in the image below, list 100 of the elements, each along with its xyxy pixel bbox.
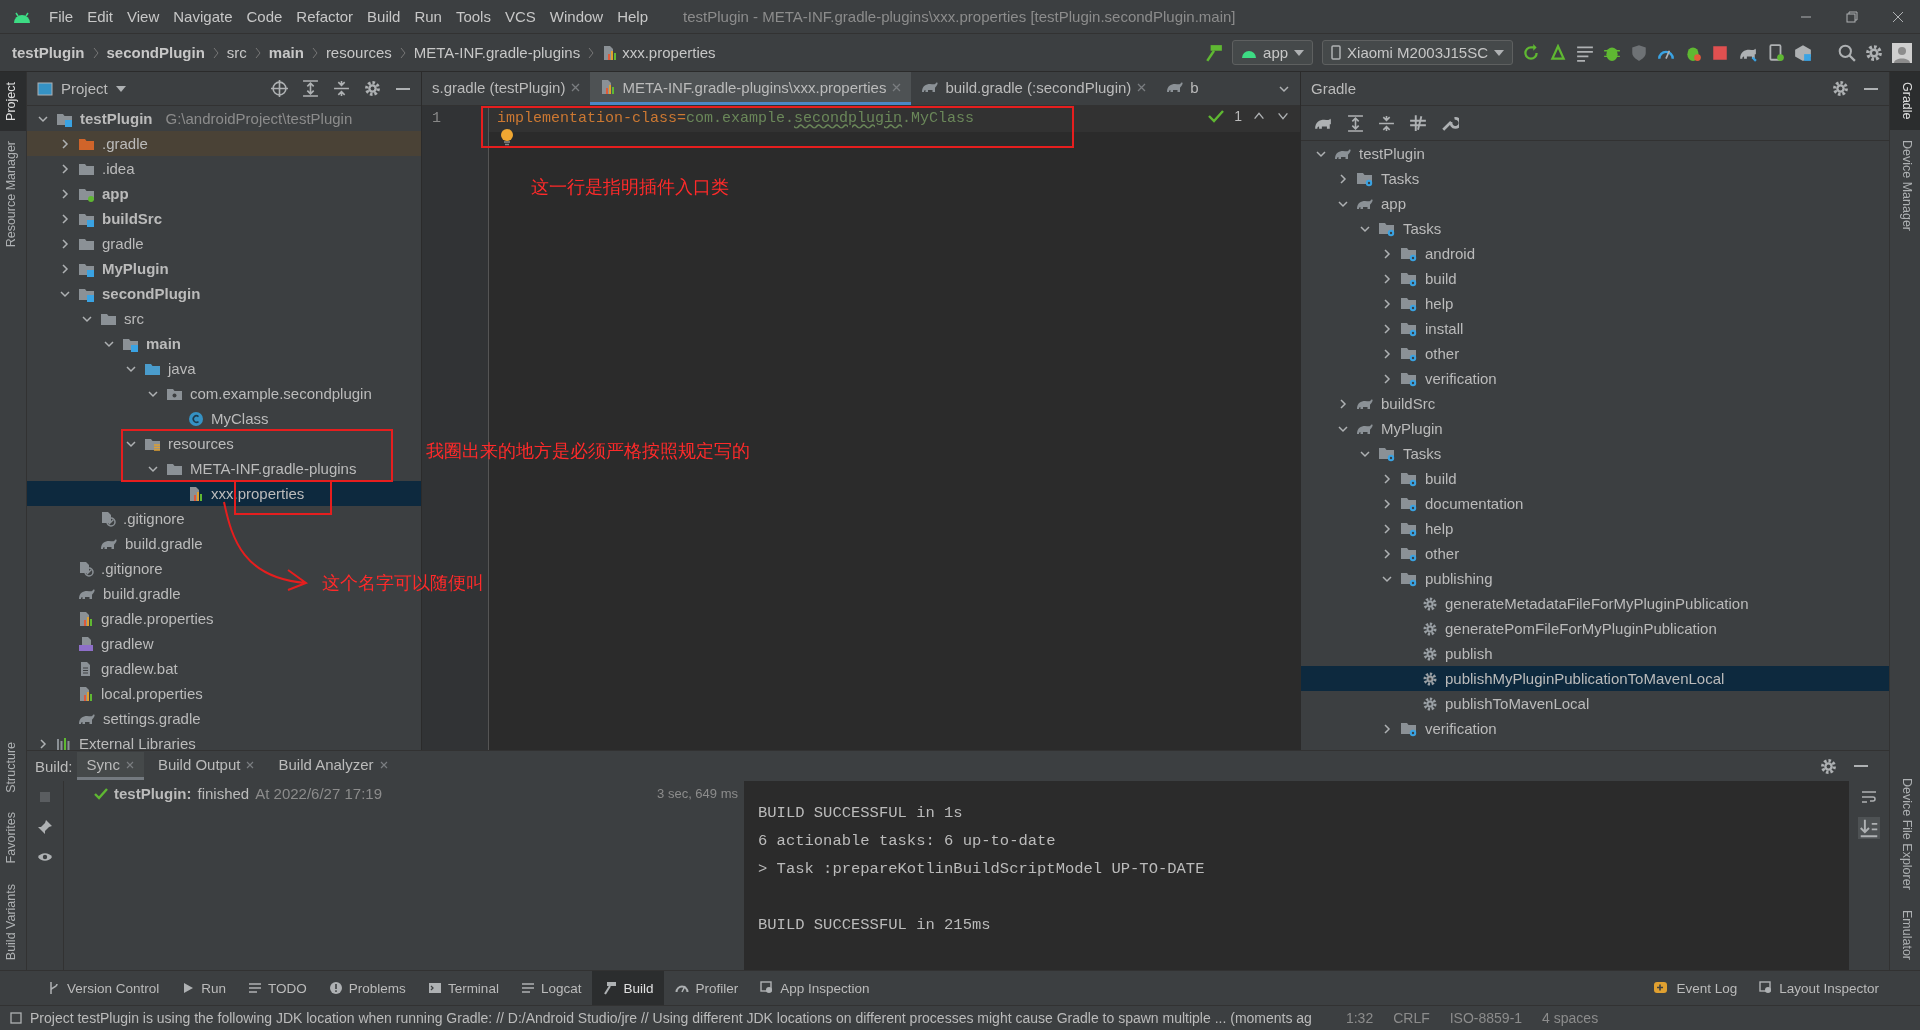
tree-item[interactable]: build bbox=[1301, 466, 1463, 491]
tree-item[interactable]: Tasks bbox=[1301, 166, 1426, 191]
panel-tab[interactable]: Build Output bbox=[147, 752, 265, 780]
tool-window-button[interactable]: Terminal bbox=[416, 971, 510, 1005]
tree-item[interactable]: External Libraries bbox=[27, 731, 202, 750]
breadcrumb[interactable]: src bbox=[226, 44, 247, 61]
tool-window-button[interactable]: Layout Inspector bbox=[1748, 971, 1890, 1005]
tree-item[interactable]: testPlugin bbox=[1301, 141, 1431, 166]
tree-item[interactable]: MyPlugin bbox=[1301, 416, 1449, 441]
tool-window-button[interactable]: Build bbox=[592, 971, 665, 1005]
tree-item[interactable]: android bbox=[1301, 241, 1482, 266]
tool-window-button[interactable]: Structure bbox=[0, 731, 26, 803]
tool-window-button[interactable]: Gradle bbox=[1890, 72, 1920, 130]
tree-item[interactable]: build.gradle bbox=[27, 581, 187, 606]
tree-item[interactable]: .gradle bbox=[27, 131, 421, 156]
tool-window-button[interactable]: Favorites bbox=[0, 802, 26, 874]
device-dropdown[interactable]: Xiaomi M2003J15SC bbox=[1322, 40, 1513, 65]
tree-item[interactable]: com.example.secondplugin bbox=[27, 381, 378, 406]
panel-tab[interactable]: Build Analyzer bbox=[268, 752, 398, 780]
tool-window-button[interactable]: Device Manager bbox=[1890, 129, 1920, 241]
menu-item[interactable]: Build bbox=[360, 8, 408, 25]
tree-item[interactable]: gradlew bbox=[27, 631, 160, 656]
tree-item[interactable]: publishToMavenLocal bbox=[1301, 691, 1596, 716]
tree-item[interactable]: app bbox=[1301, 191, 1413, 216]
tool-window-button[interactable]: Project bbox=[0, 72, 26, 131]
status-item[interactable]: CRLF bbox=[1393, 1010, 1430, 1026]
tool-window-button[interactable]: TODO bbox=[237, 971, 318, 1005]
tool-window-button[interactable]: Logcat bbox=[509, 971, 593, 1005]
build-result-row[interactable]: testPlugin: finished At 2022/6/27 17:19 3 sec, 649 ms bbox=[94, 785, 744, 802]
tree-item[interactable]: testPlugin G:\androidProject\testPlugin bbox=[27, 106, 359, 131]
tree-item[interactable]: other bbox=[1301, 541, 1466, 566]
tool-window-button[interactable]: Build Variants bbox=[0, 873, 26, 970]
tree-item[interactable]: verification bbox=[1301, 716, 1503, 741]
tree-item[interactable]: buildSrc bbox=[27, 206, 168, 231]
tree-item[interactable]: META-INF.gradle-plugins bbox=[27, 456, 363, 481]
tree-item[interactable]: publish bbox=[1301, 641, 1499, 666]
menu-item[interactable]: Refactor bbox=[289, 8, 361, 25]
tree-item[interactable]: documentation bbox=[1301, 491, 1530, 516]
inspection-count[interactable]: 1 bbox=[1234, 108, 1242, 124]
tree-item[interactable]: gradle.properties bbox=[27, 606, 220, 631]
tree-item[interactable]: Tasks bbox=[1301, 441, 1448, 466]
editor-tab[interactable]: s.gradle (testPlugin) bbox=[422, 72, 591, 105]
breadcrumb[interactable]: META-INF.gradle-plugins bbox=[413, 44, 581, 61]
status-item[interactable]: 1:32 bbox=[1345, 1010, 1374, 1026]
tree-item[interactable]: local.properties bbox=[27, 681, 209, 706]
tool-window-button[interactable]: App Inspection bbox=[749, 971, 881, 1005]
panel-title[interactable]: Project bbox=[61, 80, 108, 97]
tree-item[interactable]: settings.gradle bbox=[27, 706, 207, 731]
status-item[interactable]: 4 spaces bbox=[1542, 1010, 1599, 1026]
tree-item[interactable]: secondPlugin bbox=[27, 281, 207, 306]
tree-item[interactable]: .gitignore bbox=[27, 556, 169, 581]
editor-tab[interactable]: build.gradle (:secondPlugin) bbox=[911, 72, 1157, 105]
panel-tab[interactable]: Sync bbox=[76, 752, 144, 780]
tree-item[interactable]: buildSrc bbox=[1301, 391, 1442, 416]
breadcrumb[interactable]: secondPlugin bbox=[106, 44, 205, 61]
tree-item[interactable]: install bbox=[1301, 316, 1470, 341]
run-config-dropdown[interactable]: app bbox=[1232, 40, 1314, 65]
menu-item[interactable]: View bbox=[120, 8, 167, 25]
tree-item[interactable]: java bbox=[27, 356, 202, 381]
tree-item[interactable]: publishMyPluginPublicationToMavenLocal bbox=[1301, 666, 1889, 691]
menu-item[interactable]: VCS bbox=[497, 8, 543, 25]
breadcrumb[interactable]: resources bbox=[325, 44, 392, 61]
tool-window-button[interactable]: Run bbox=[170, 971, 238, 1005]
tree-item[interactable]: help bbox=[1301, 516, 1460, 541]
tool-window-button[interactable]: Resource Manager bbox=[0, 130, 26, 258]
menu-item[interactable]: File bbox=[42, 8, 81, 25]
tree-item[interactable]: gradle bbox=[27, 231, 150, 256]
tree-item[interactable]: verification bbox=[1301, 366, 1503, 391]
menu-item[interactable]: Run bbox=[407, 8, 449, 25]
tree-item[interactable]: .idea bbox=[27, 156, 141, 181]
menu-item[interactable]: Navigate bbox=[166, 8, 240, 25]
tree-item[interactable]: resources bbox=[27, 431, 240, 456]
tree-item[interactable]: build.gradle bbox=[27, 531, 209, 556]
editor-tab[interactable]: META-INF.gradle-plugins\xxx.properties bbox=[590, 72, 912, 105]
menu-item[interactable]: Help bbox=[610, 8, 656, 25]
status-item[interactable]: ISO-8859-1 bbox=[1449, 1010, 1523, 1026]
tree-item[interactable]: generatePomFileForMyPluginPublication bbox=[1301, 616, 1723, 641]
tool-window-button[interactable]: Event Log bbox=[1643, 971, 1749, 1005]
menu-item[interactable]: Code bbox=[239, 8, 290, 25]
tool-window-button[interactable]: Emulator bbox=[1890, 899, 1920, 970]
breadcrumb[interactable]: testPlugin bbox=[12, 44, 85, 61]
tree-item[interactable]: gradlew.bat bbox=[27, 656, 184, 681]
tree-item[interactable]: publishing bbox=[1301, 566, 1499, 591]
status-message[interactable]: Project testPlugin is using the following JDK location when running Gradle: // D:/Android Studio/jre // Using different JDK locations on different processes might cause Gradle to spawn multiple ... (moments ag bbox=[30, 1010, 1312, 1026]
menu-item[interactable]: Tools bbox=[448, 8, 498, 25]
tool-window-button[interactable]: Device File Explorer bbox=[1890, 768, 1920, 900]
tree-item[interactable]: Tasks bbox=[1301, 216, 1448, 241]
tree-item[interactable]: build bbox=[1301, 266, 1463, 291]
tool-window-button[interactable]: Problems bbox=[317, 971, 417, 1005]
tree-item[interactable]: other bbox=[1301, 341, 1466, 366]
tree-item[interactable]: src bbox=[27, 306, 150, 331]
tool-window-button[interactable]: Profiler bbox=[664, 971, 750, 1005]
tree-item[interactable]: app bbox=[27, 181, 135, 206]
tree-item[interactable]: help bbox=[1301, 291, 1460, 316]
breadcrumb[interactable]: main bbox=[268, 44, 304, 61]
tree-item[interactable]: MyPlugin bbox=[27, 256, 175, 281]
tree-item[interactable]: .gitignore bbox=[27, 506, 191, 531]
editor-tab[interactable]: b bbox=[1156, 72, 1209, 105]
tree-item[interactable]: generateMetadataFileForMyPluginPublication bbox=[1301, 591, 1755, 616]
menu-item[interactable]: Edit bbox=[80, 8, 121, 25]
